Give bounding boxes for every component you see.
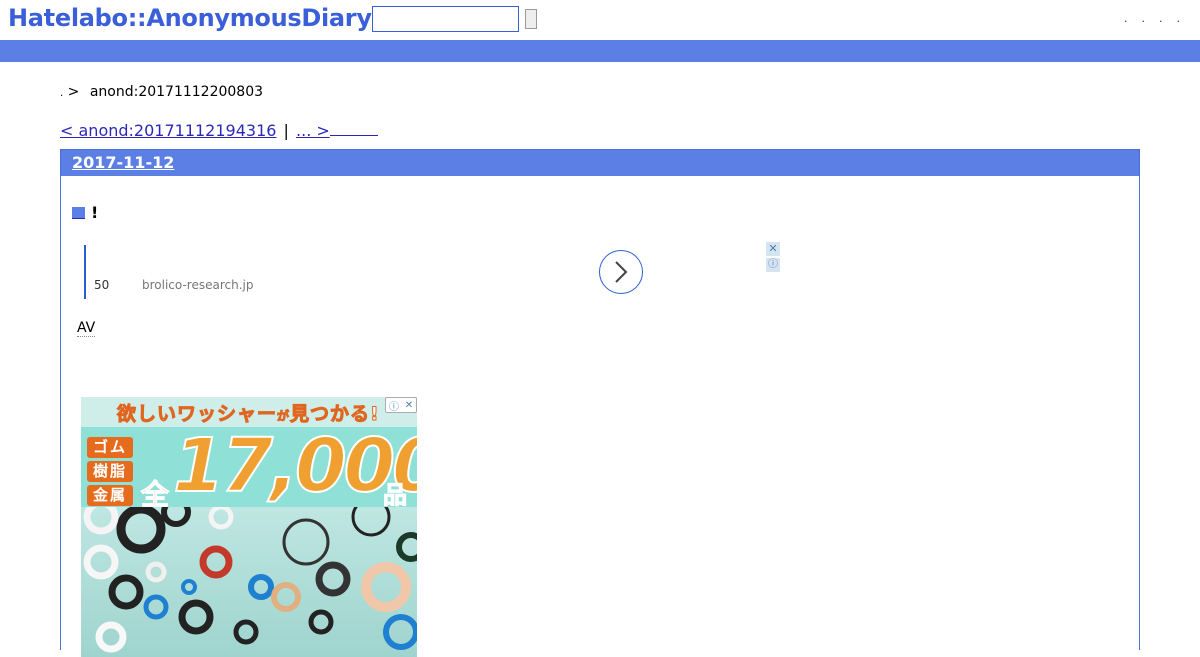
top-links: . . . . (1124, 12, 1180, 25)
entry-title-text: ! (91, 203, 99, 222)
breadcrumb: . > anond:20171112200803 (60, 84, 263, 100)
entry-pager: < anond:20171112194316 | ... > (60, 121, 378, 140)
washers-illustration (83, 497, 417, 653)
ad-close-icon[interactable]: ✕ (766, 242, 780, 256)
site-header: Hatelabo::AnonymousDiary . . . . (0, 0, 1200, 40)
chevron-right-icon[interactable] (599, 250, 643, 294)
entry-title: ! (72, 203, 98, 222)
header-bar (0, 40, 1200, 62)
ad-count: 50 (94, 278, 110, 292)
site-logo[interactable]: Hatelabo::AnonymousDiary (8, 4, 372, 32)
ad-tag-metal: 金属 (87, 485, 133, 506)
breadcrumb-separator: > (67, 84, 80, 100)
breadcrumb-current: anond:20171112200803 (89, 84, 264, 100)
prev-entry-link[interactable]: < anond:20171112194316 (60, 121, 276, 140)
next-entry-link[interactable]: ... > (296, 121, 378, 140)
ad-info-icon[interactable]: ⓘ (766, 258, 780, 272)
washer-banner-ad[interactable]: 欲しいワッシャーが見つかる! ⓘ ✕ ゴム 樹脂 金属 全 17,000 品 (81, 397, 417, 657)
ad-tag-resin: 樹脂 (87, 461, 133, 482)
search-input[interactable] (372, 6, 519, 32)
entry-body-text: AV (77, 320, 96, 337)
breadcrumb-home-link[interactable]: . (60, 88, 63, 99)
ad-unit-text: 品 (383, 481, 408, 510)
top-link-1[interactable]: . (1124, 12, 1128, 25)
ad-headline: 欲しいワッシャーが見つかる! (117, 403, 380, 426)
ad-close-icon[interactable]: ✕ (405, 400, 413, 411)
search-button[interactable] (525, 9, 537, 29)
top-link-2[interactable]: . (1142, 12, 1146, 25)
ad-count-text: 17,000 (172, 422, 417, 510)
ad-accent-bar (84, 245, 86, 299)
top-link-3[interactable]: . (1159, 12, 1163, 25)
date-header: 2017-11-12 (61, 150, 1139, 176)
ad-controls: ⓘ ✕ (385, 397, 417, 413)
ad-tag-rubber: ゴム (87, 437, 133, 458)
pager-separator: | (283, 121, 289, 140)
ad-domain[interactable]: brolico-research.jp (142, 278, 253, 292)
diary-section: 2017-11-12 ! 50 brolico-research.jp ✕ ⓘ … (60, 149, 1140, 657)
date-link[interactable]: 2017-11-12 (72, 153, 174, 172)
native-ad[interactable]: 50 brolico-research.jp ✕ ⓘ (84, 242, 784, 305)
ad-info-icon[interactable]: ⓘ (389, 398, 399, 413)
entry-permalink-icon[interactable] (72, 207, 85, 219)
ad-product-image (81, 497, 417, 657)
top-link-4[interactable]: . (1177, 12, 1181, 25)
